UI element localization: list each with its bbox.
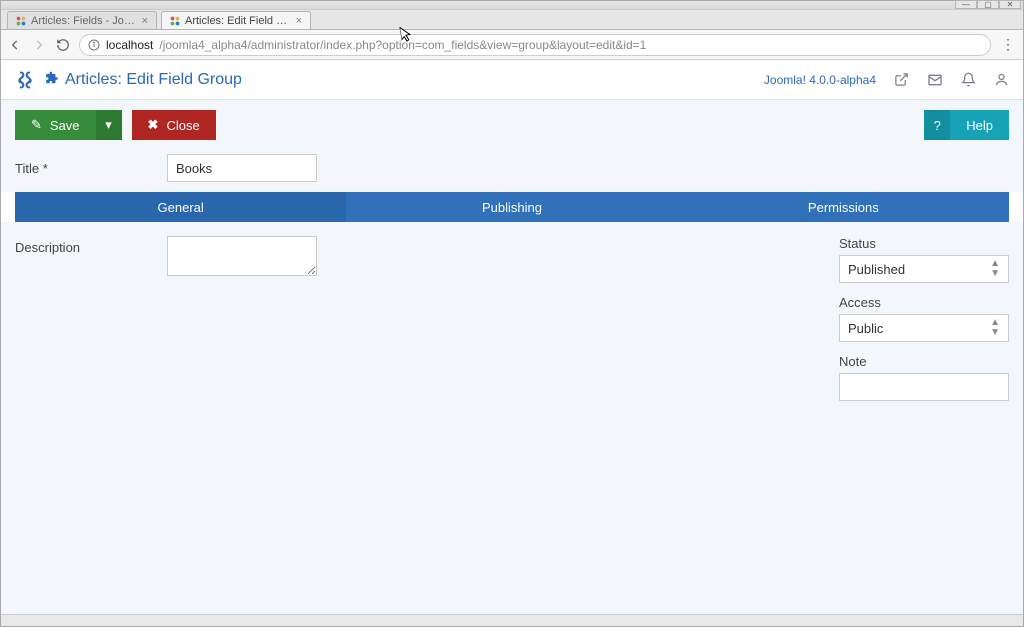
close-button-label: Close [166, 118, 199, 133]
note-input[interactable] [839, 373, 1009, 401]
browser-tabstrip: Articles: Fields - Joomla 4 T × Articles… [1, 10, 1023, 30]
window-close-button[interactable]: ✕ [999, 0, 1021, 9]
action-toolbar: ✎ Save ▾ ✖ Close ? Help [1, 100, 1023, 148]
save-dropdown-button[interactable]: ▾ [96, 110, 122, 140]
external-link-icon[interactable] [894, 72, 909, 87]
tab-permissions[interactable]: Permissions [678, 192, 1009, 222]
browser-tab-active[interactable]: Articles: Edit Field Group - × [161, 11, 311, 29]
back-button[interactable] [7, 37, 23, 53]
url-input[interactable]: localhost/joomla4_alpha4/administrator/i… [79, 34, 991, 56]
tab-close-icon[interactable]: × [142, 15, 148, 27]
forward-button[interactable] [31, 37, 47, 53]
content-tabs: General Publishing Permissions [15, 192, 1009, 222]
status-label: Status [839, 236, 1009, 251]
window-bottom-chrome [1, 614, 1023, 626]
tab-close-icon[interactable]: × [296, 15, 302, 27]
select-caret-icon: ▲▼ [990, 318, 1000, 338]
mail-icon[interactable] [927, 72, 943, 88]
save-button-label: Save [50, 118, 80, 133]
question-icon: ? [934, 118, 941, 133]
close-button[interactable]: ✖ Close [132, 110, 216, 140]
app-header: Articles: Edit Field Group Joomla! 4.0.0… [1, 60, 1023, 100]
help-question-button[interactable]: ? [924, 110, 950, 140]
description-textarea[interactable] [167, 236, 317, 276]
tab-publishing[interactable]: Publishing [346, 192, 677, 222]
joomla-favicon-icon [16, 16, 26, 26]
info-icon [88, 39, 100, 51]
save-button[interactable]: ✎ Save [15, 110, 96, 140]
window-maximize-button[interactable]: ▢ [977, 0, 999, 9]
select-caret-icon: ▲▼ [990, 259, 1000, 279]
joomla-favicon-icon [170, 16, 180, 26]
access-value: Public [848, 321, 883, 336]
note-label: Note [839, 354, 1009, 369]
browser-tab-title: Articles: Fields - Joomla 4 T [31, 15, 137, 27]
puzzle-icon [45, 71, 59, 88]
browser-menu-button[interactable]: ⋮ [999, 36, 1017, 53]
content-area: Description Status Published ▲▼ Access P… [1, 222, 1023, 614]
browser-tab-title: Articles: Edit Field Group - [185, 15, 291, 27]
status-value: Published [848, 262, 905, 277]
description-label: Description [15, 236, 157, 255]
pencil-icon: ✎ [31, 117, 42, 133]
title-input[interactable] [167, 154, 317, 182]
help-button-label: Help [966, 118, 993, 133]
bell-icon[interactable] [961, 72, 976, 87]
help-button[interactable]: Help [950, 110, 1009, 140]
version-link[interactable]: Joomla! 4.0.0-alpha4 [764, 73, 876, 87]
title-label: Title * [15, 161, 157, 176]
access-label: Access [839, 295, 1009, 310]
url-path: /joomla4_alpha4/administrator/index.php?… [159, 38, 646, 52]
tab-general[interactable]: General [15, 192, 346, 222]
status-select[interactable]: Published ▲▼ [839, 255, 1009, 283]
close-x-icon: ✖ [148, 117, 159, 133]
title-row: Title * [1, 148, 1023, 192]
page-title: Articles: Edit Field Group [65, 71, 242, 89]
url-host: localhost [106, 38, 153, 52]
window-titlebar: — ▢ ✕ [1, 1, 1023, 10]
window-minimize-button[interactable]: — [955, 0, 977, 9]
access-select[interactable]: Public ▲▼ [839, 314, 1009, 342]
joomla-logo-icon [15, 70, 35, 90]
browser-tab[interactable]: Articles: Fields - Joomla 4 T × [7, 11, 157, 29]
browser-address-bar: localhost/joomla4_alpha4/administrator/i… [1, 30, 1023, 60]
caret-down-icon: ▾ [105, 117, 112, 133]
reload-button[interactable] [55, 37, 71, 53]
user-icon[interactable] [994, 72, 1009, 87]
